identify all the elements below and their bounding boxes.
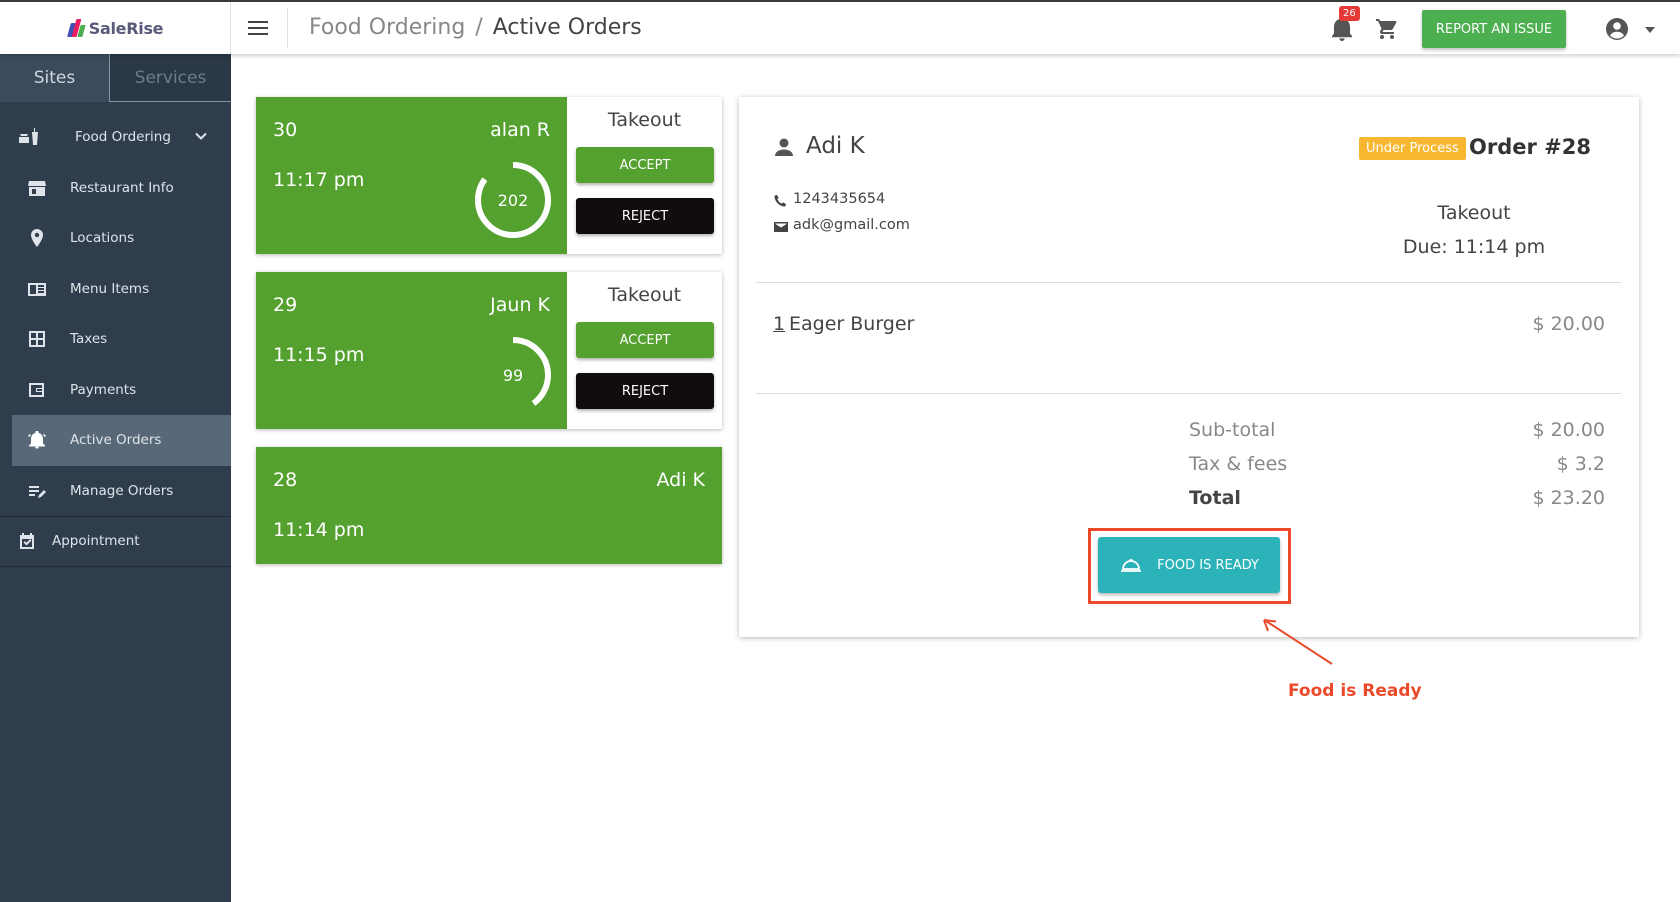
hamburger-menu-icon[interactable] bbox=[248, 16, 274, 40]
sidebar-item-label: Locations bbox=[70, 230, 135, 247]
order-card-28[interactable]: 28 Adi K 11:14 pm bbox=[256, 447, 722, 564]
logo-mark-icon bbox=[66, 19, 87, 37]
sidebar: Sites Services Food Ordering Restaurant … bbox=[0, 54, 231, 902]
item-price: $ 20.00 bbox=[1532, 313, 1605, 335]
customer-phone: 1243435654 bbox=[793, 191, 886, 207]
salerise-logo[interactable]: SaleRise bbox=[66, 18, 164, 38]
tax-value: $ 3.2 bbox=[1556, 453, 1605, 475]
timer-value: 202 bbox=[497, 190, 529, 210]
reject-button[interactable]: REJECT bbox=[576, 373, 714, 409]
timer-value: 99 bbox=[502, 365, 524, 385]
order-time: 11:15 pm bbox=[273, 344, 365, 366]
accept-button[interactable]: ACCEPT bbox=[576, 147, 714, 183]
order-summary: 30 alan R 11:17 pm 202 bbox=[256, 97, 567, 254]
divider bbox=[756, 393, 1621, 394]
customer-name: Adi K bbox=[806, 133, 865, 159]
order-customer: Adi K bbox=[656, 469, 705, 491]
sidebar-item-label: Manage Orders bbox=[70, 482, 174, 499]
wallet-icon bbox=[29, 382, 44, 397]
sidebar-item-menu-items[interactable]: Menu Items bbox=[0, 264, 231, 315]
bell-icon bbox=[28, 431, 46, 449]
edit-list-icon bbox=[29, 485, 46, 498]
sidebar-item-locations[interactable]: Locations bbox=[0, 213, 231, 264]
item-quantity: 1 bbox=[773, 313, 786, 335]
top-bar: SaleRise Food Ordering / Active Orders 2… bbox=[0, 0, 1680, 54]
sidebar-item-label: Appointment bbox=[52, 533, 140, 550]
sidebar-item-food-ordering[interactable]: Food Ordering bbox=[0, 112, 231, 163]
order-card-29[interactable]: 29 Jaun K 11:15 pm 99 Takeout ACCEPT REJ… bbox=[256, 272, 722, 429]
cart-icon[interactable] bbox=[1374, 17, 1400, 41]
order-customer: Jaun K bbox=[490, 294, 550, 316]
order-customer: alan R bbox=[490, 119, 550, 141]
account-dropdown-icon[interactable] bbox=[1645, 27, 1655, 33]
annotation-highlight-box bbox=[1088, 528, 1291, 604]
order-actions: Takeout ACCEPT REJECT bbox=[567, 272, 722, 429]
order-actions: Takeout ACCEPT REJECT bbox=[567, 97, 722, 254]
order-card-30[interactable]: 30 alan R 11:17 pm 202 Takeout ACCEPT RE… bbox=[256, 97, 722, 254]
order-time: 11:14 pm bbox=[273, 519, 365, 541]
accept-button[interactable]: ACCEPT bbox=[576, 322, 714, 358]
tab-sites[interactable]: Sites bbox=[0, 54, 110, 102]
notification-count-badge: 26 bbox=[1339, 6, 1360, 21]
logo-area: SaleRise bbox=[0, 2, 231, 54]
subtotal-label: Sub-total bbox=[1189, 419, 1276, 441]
sidebar-item-label: Restaurant Info bbox=[70, 179, 174, 196]
customer-email: adk@gmail.com bbox=[793, 217, 910, 233]
total-value: $ 23.20 bbox=[1532, 487, 1605, 509]
calculator-icon bbox=[29, 331, 45, 348]
sidebar-item-restaurant-info[interactable]: Restaurant Info bbox=[0, 163, 231, 214]
sidebar-item-active-orders[interactable]: Active Orders bbox=[12, 415, 231, 466]
storefront-icon bbox=[28, 180, 46, 196]
sidebar-item-payments[interactable]: Payments bbox=[0, 365, 231, 416]
menu-book-icon bbox=[28, 282, 46, 296]
sidebar-item-label: Menu Items bbox=[70, 280, 150, 297]
sidebar-menu: Food Ordering Restaurant Info Locations … bbox=[0, 112, 231, 567]
breadcrumb-active-orders: Active Orders bbox=[492, 15, 642, 40]
mail-icon bbox=[774, 222, 788, 232]
person-icon bbox=[775, 138, 793, 156]
sidebar-item-appointment[interactable]: Appointment bbox=[0, 516, 231, 567]
report-issue-button[interactable]: REPORT AN ISSUE bbox=[1422, 10, 1566, 48]
order-summary: 29 Jaun K 11:15 pm 99 bbox=[256, 272, 567, 429]
total-label: Total bbox=[1189, 487, 1241, 509]
sidebar-tabs: Sites Services bbox=[0, 54, 231, 102]
tab-services[interactable]: Services bbox=[110, 54, 231, 102]
sidebar-item-label: Taxes bbox=[70, 331, 108, 348]
annotation-label: Food is Ready bbox=[1288, 681, 1422, 701]
status-badge: Under Process bbox=[1359, 137, 1466, 160]
sidebar-item-manage-orders[interactable]: Manage Orders bbox=[0, 466, 231, 517]
sidebar-item-taxes[interactable]: Taxes bbox=[0, 314, 231, 365]
tax-label: Tax & fees bbox=[1189, 453, 1288, 475]
order-time: 11:17 pm bbox=[273, 169, 365, 191]
breadcrumb-separator: / bbox=[475, 15, 483, 40]
order-type: Takeout bbox=[607, 284, 682, 306]
order-due-time: Due: 11:14 pm bbox=[1402, 236, 1546, 258]
order-type: Takeout bbox=[607, 109, 682, 131]
item-name: Eager Burger bbox=[789, 313, 915, 335]
divider bbox=[287, 8, 288, 48]
order-number: 30 bbox=[273, 119, 298, 141]
sidebar-item-label: Food Ordering bbox=[75, 129, 171, 146]
breadcrumb-food-ordering[interactable]: Food Ordering bbox=[309, 15, 465, 40]
annotation-arrow-icon bbox=[1263, 619, 1333, 665]
sidebar-item-label: Payments bbox=[70, 381, 137, 398]
location-pin-icon bbox=[31, 229, 43, 248]
divider bbox=[756, 282, 1621, 283]
chevron-down-icon bbox=[195, 132, 207, 140]
reject-button[interactable]: REJECT bbox=[576, 198, 714, 234]
subtotal-value: $ 20.00 bbox=[1532, 419, 1605, 441]
account-circle-icon[interactable] bbox=[1605, 17, 1629, 41]
order-number: 28 bbox=[273, 469, 298, 491]
order-title: Order #28 bbox=[1469, 135, 1591, 159]
sidebar-item-label: Active Orders bbox=[70, 432, 162, 449]
logo-text: SaleRise bbox=[88, 18, 164, 38]
order-summary: 28 Adi K 11:14 pm bbox=[256, 447, 722, 564]
order-number: 29 bbox=[273, 294, 298, 316]
calendar-check-icon bbox=[20, 533, 34, 550]
food-drink-icon bbox=[19, 128, 38, 146]
phone-icon bbox=[774, 194, 787, 207]
order-type: Takeout bbox=[1437, 202, 1511, 224]
breadcrumb: Food Ordering / Active Orders bbox=[309, 15, 642, 40]
